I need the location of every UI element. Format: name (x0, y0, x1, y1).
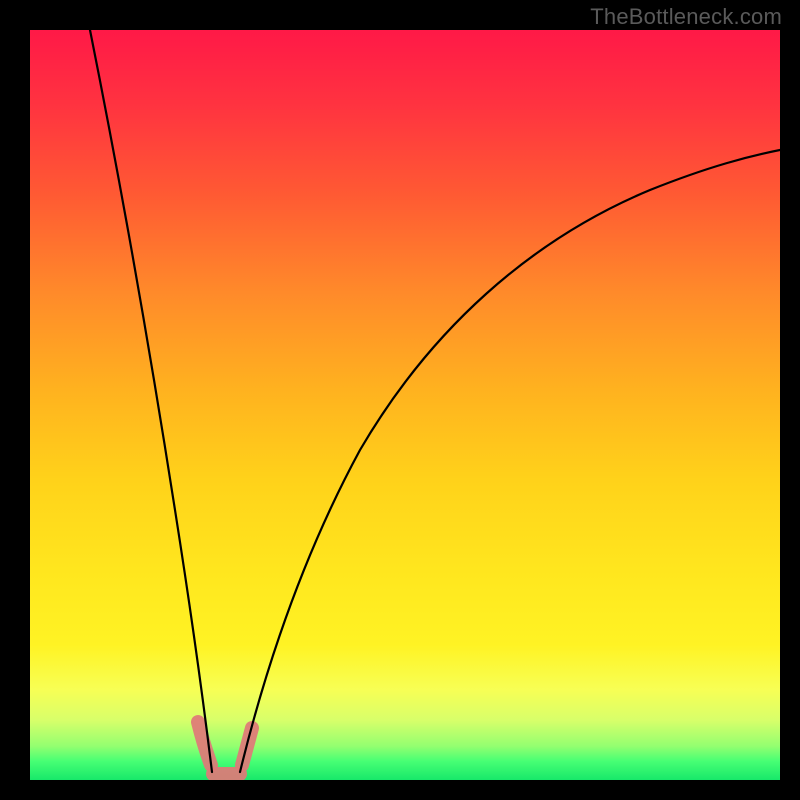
watermark-text: TheBottleneck.com (590, 4, 782, 30)
curve-left-branch (90, 30, 212, 772)
chart-stage: TheBottleneck.com (0, 0, 800, 800)
plot-area (30, 30, 780, 780)
curve-right-branch (240, 150, 780, 772)
bottleneck-curve (30, 30, 780, 780)
